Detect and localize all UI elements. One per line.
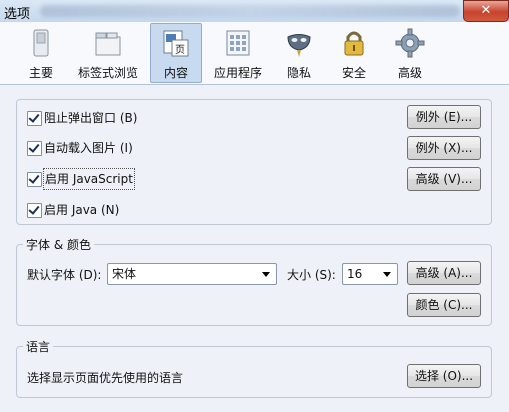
chevron-down-icon <box>383 272 391 277</box>
tabs-icon <box>95 32 121 56</box>
javascript-advanced-button[interactable]: 高级 (V)... <box>407 167 481 191</box>
title-bar: 选项 ✕ <box>0 0 509 23</box>
fonts-colors-legend: 字体 & 颜色 <box>23 236 94 253</box>
font-size-select[interactable]: 16 <box>342 263 398 285</box>
fonts-colors-group: 字体 & 颜色 默认字体 (D): 宋体 大小 (S): 16 高级 (A)..… <box>16 236 492 326</box>
tab-main-label: 主要 <box>28 66 53 80</box>
image-exceptions-button[interactable]: 例外 (X)... <box>407 136 481 160</box>
colors-button[interactable]: 颜色 (C)... <box>407 293 481 317</box>
preferences-toolbar: 主要 标签式浏览 页 内容 应用程序 隐私 安全 高级 <box>0 22 509 85</box>
applications-icon <box>226 30 250 56</box>
tab-security-label: 安全 <box>341 66 366 80</box>
font-size-value: 16 <box>347 267 363 281</box>
default-font-select[interactable]: 宋体 <box>107 263 277 285</box>
option-load-images: 自动载入图片 (I) <box>27 138 327 158</box>
close-icon: ✕ <box>480 3 492 18</box>
checkbox-block-popups[interactable] <box>27 111 42 126</box>
languages-group: 语言 选择显示页面优先使用的语言 选择 (O)... <box>16 338 492 398</box>
option-enable-javascript: 启用 JavaScript <box>27 168 327 190</box>
content-page-icon: 页 <box>163 30 189 57</box>
close-button[interactable]: ✕ <box>463 0 509 22</box>
options-window: 选项 ✕ 主要 标签式浏览 页 内容 应用程序 隐私 安全 高级 阻止弹出窗口 … <box>0 0 509 412</box>
tab-applications-label: 应用程序 <box>213 66 262 80</box>
fonts-advanced-button[interactable]: 高级 (A)... <box>407 261 481 285</box>
checkbox-load-images[interactable] <box>27 141 42 156</box>
tab-content[interactable]: 页 内容 <box>150 23 202 83</box>
label-block-popups: 阻止弹出窗口 <box>44 111 117 125</box>
default-font-value: 宋体 <box>112 267 137 281</box>
content-pane: 阻止弹出窗口 (B) 例外 (E)... 自动载入图片 (I) 例外 (X)..… <box>0 85 509 412</box>
languages-legend: 语言 <box>23 338 54 355</box>
tab-main[interactable]: 主要 <box>21 24 61 82</box>
option-block-popups: 阻止弹出窗口 (B) <box>27 108 327 128</box>
chevron-down-icon <box>262 272 270 277</box>
lock-icon <box>344 31 364 56</box>
checkbox-enable-java[interactable] <box>27 203 42 218</box>
label-load-images: 自动载入图片 <box>44 141 117 155</box>
window-title: 选项 <box>4 7 31 22</box>
checkbox-enable-javascript[interactable] <box>27 172 42 187</box>
tab-tabbed-browsing-label: 标签式浏览 <box>77 66 138 80</box>
tab-advanced-label: 高级 <box>397 66 422 80</box>
svg-text:页: 页 <box>175 44 185 56</box>
gear-icon <box>395 28 425 58</box>
label-enable-javascript: 启用 JavaScript <box>43 168 135 190</box>
privacy-mask-icon <box>287 34 311 57</box>
key-block-popups: (B) <box>119 111 138 125</box>
tab-privacy-label: 隐私 <box>286 66 311 80</box>
tab-advanced[interactable]: 高级 <box>390 24 430 82</box>
key-load-images: (I) <box>119 141 133 155</box>
tab-content-label: 内容 <box>163 66 188 80</box>
tab-tabbed-browsing[interactable]: 标签式浏览 <box>75 24 141 82</box>
tab-privacy[interactable]: 隐私 <box>279 24 319 82</box>
option-enable-java: 启用 Java (N) <box>27 200 327 220</box>
languages-description: 选择显示页面优先使用的语言 <box>27 371 184 385</box>
choose-languages-button[interactable]: 选择 (O)... <box>407 364 481 388</box>
blurred-title-text <box>40 5 460 17</box>
label-enable-java: 启用 Java <box>44 203 98 217</box>
content-options-group: 阻止弹出窗口 (B) 例外 (E)... 自动载入图片 (I) 例外 (X)..… <box>16 99 492 225</box>
tab-applications[interactable]: 应用程序 <box>210 24 266 82</box>
size-label: 大小 (S): <box>287 268 336 282</box>
default-font-label: 默认字体 (D): <box>27 268 102 282</box>
popup-exceptions-button[interactable]: 例外 (E)... <box>407 105 481 129</box>
tab-security[interactable]: 安全 <box>334 24 374 82</box>
key-enable-java: (N) <box>101 203 120 217</box>
main-switch-icon <box>33 29 49 57</box>
